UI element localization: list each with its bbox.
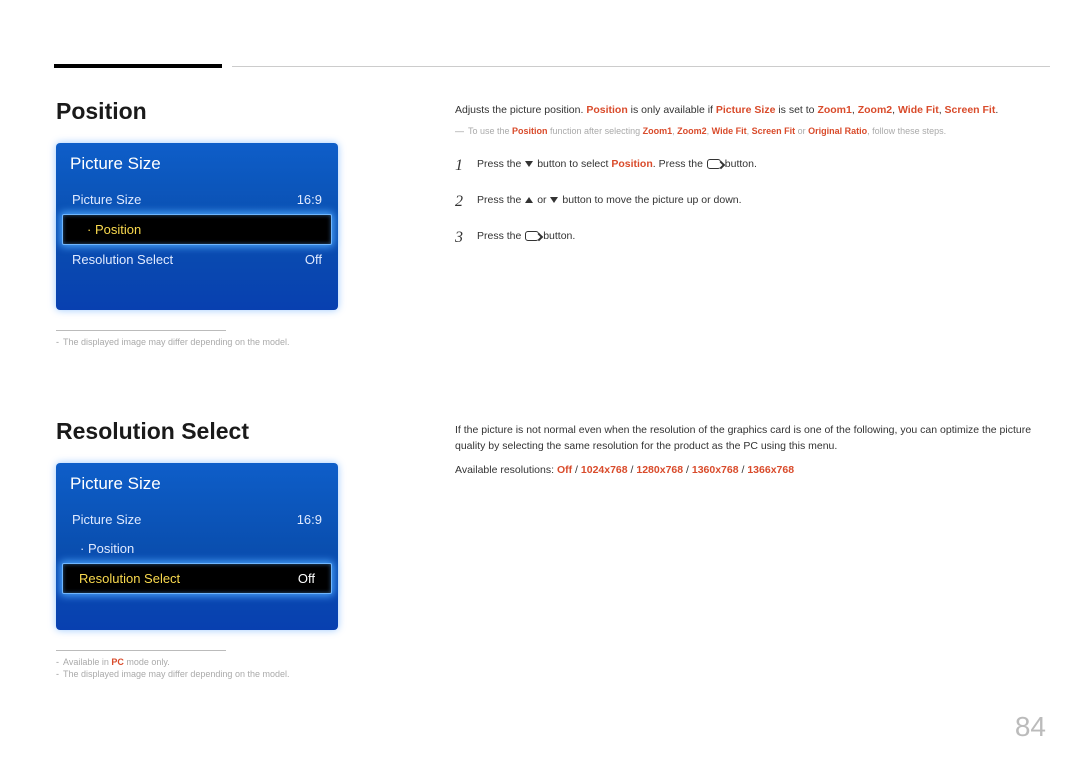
- osd-value: Off: [305, 252, 322, 267]
- desc-text: If the picture is not normal even when t…: [455, 423, 1045, 455]
- step-text: Press the button.: [477, 226, 1035, 245]
- section-resolution-select: Resolution Select Picture Size Picture S…: [56, 418, 356, 681]
- header-rule: [232, 66, 1050, 67]
- step-number: 3: [455, 226, 477, 250]
- header-accent-bar: [54, 64, 222, 68]
- osd-row-position: · Position: [56, 534, 338, 563]
- down-arrow-icon: [525, 161, 533, 167]
- osd-row-resolution-selected[interactable]: Resolution Select Off: [62, 563, 332, 594]
- footnote-rule: [56, 650, 226, 651]
- enter-button-icon: [525, 231, 539, 241]
- osd-panel-position: Picture Size Picture Size 16:9 · Positio…: [56, 143, 338, 310]
- osd-value: 16:9: [297, 192, 322, 207]
- up-arrow-icon: [525, 197, 533, 203]
- osd-row-picture-size: Picture Size 16:9: [56, 185, 338, 214]
- osd-label: Resolution Select: [72, 252, 173, 267]
- footnote-pc-mode: -Available in PC mode only.: [56, 657, 356, 667]
- step-number: 2: [455, 190, 477, 214]
- steps-list: 1 Press the button to select Position. P…: [455, 154, 1035, 250]
- section-title-resolution: Resolution Select: [56, 418, 356, 445]
- osd-value: 16:9: [297, 512, 322, 527]
- osd-row-resolution-select: Resolution Select Off: [56, 245, 338, 274]
- osd-header: Picture Size: [56, 143, 338, 185]
- osd-label: Picture Size: [72, 512, 141, 527]
- footnote-model: -The displayed image may differ dependin…: [56, 669, 356, 679]
- osd-label: · Position: [79, 222, 141, 237]
- step-number: 1: [455, 154, 477, 178]
- section-position: Position Picture Size Picture Size 16:9 …: [56, 98, 356, 349]
- osd-label: · Position: [72, 541, 134, 556]
- usage-note: ―To use the Position function after sele…: [455, 125, 1035, 139]
- desc-line: Adjusts the picture position. Position i…: [455, 103, 1035, 119]
- enter-button-icon: [707, 159, 721, 169]
- step-text: Press the button to select Position. Pre…: [477, 154, 1035, 173]
- position-description: Adjusts the picture position. Position i…: [455, 103, 1035, 262]
- available-resolutions: Available resolutions: Off / 1024x768 / …: [455, 463, 1045, 479]
- osd-row-position-selected[interactable]: · Position: [62, 214, 332, 245]
- footnote-text: -The displayed image may differ dependin…: [56, 337, 356, 347]
- step-3: 3 Press the button.: [455, 226, 1035, 250]
- down-arrow-icon: [550, 197, 558, 203]
- osd-header: Picture Size: [56, 463, 338, 505]
- osd-value: Off: [298, 571, 315, 586]
- step-text: Press the or button to move the picture …: [477, 190, 1035, 209]
- resolution-description: If the picture is not normal even when t…: [455, 423, 1045, 478]
- step-2: 2 Press the or button to move the pictur…: [455, 190, 1035, 214]
- osd-label: Picture Size: [72, 192, 141, 207]
- step-1: 1 Press the button to select Position. P…: [455, 154, 1035, 178]
- osd-panel-resolution: Picture Size Picture Size 16:9 · Positio…: [56, 463, 338, 630]
- section-title-position: Position: [56, 98, 356, 125]
- footnote-rule: [56, 330, 226, 331]
- page-number: 84: [1015, 711, 1046, 743]
- osd-row-picture-size: Picture Size 16:9: [56, 505, 338, 534]
- osd-label: Resolution Select: [79, 571, 180, 586]
